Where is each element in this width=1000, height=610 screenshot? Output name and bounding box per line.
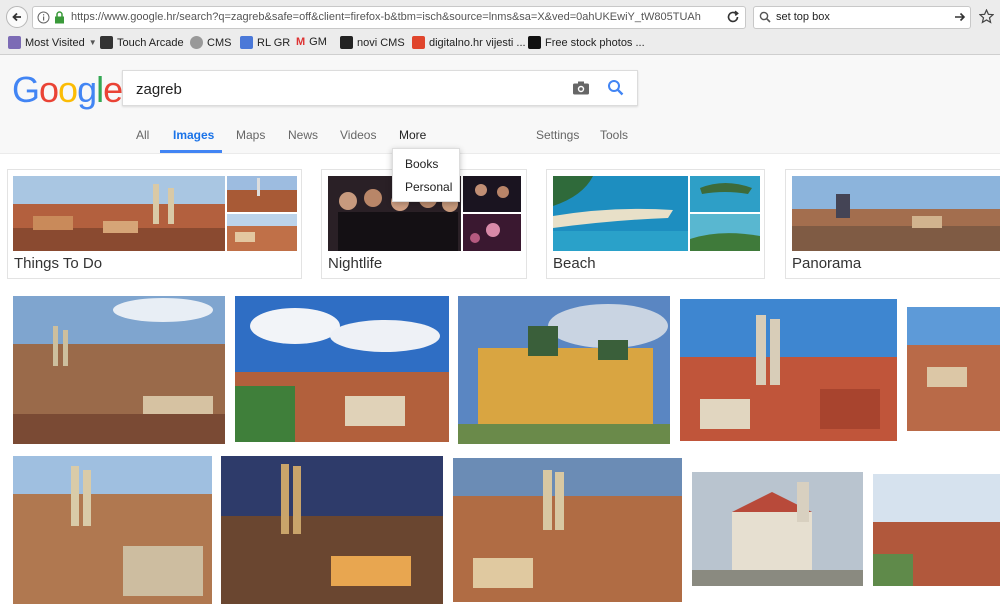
topic-image bbox=[463, 176, 521, 212]
menu-item-books[interactable]: Books bbox=[405, 157, 438, 171]
bookmark-star-icon[interactable] bbox=[978, 8, 995, 27]
tab-images[interactable]: Images bbox=[173, 128, 214, 142]
novi-cms-icon bbox=[340, 36, 353, 49]
tab-settings[interactable]: Settings bbox=[536, 128, 579, 142]
topic-card-things-to-do[interactable]: Things To Do bbox=[7, 169, 302, 279]
search-go-arrow-icon[interactable] bbox=[954, 11, 966, 26]
tab-more[interactable]: More bbox=[399, 128, 426, 142]
back-button[interactable] bbox=[6, 6, 28, 28]
image-result[interactable] bbox=[13, 456, 212, 604]
image-result[interactable] bbox=[680, 299, 897, 441]
url-bar[interactable]: https://www.google.hr/search?q=zagreb&sa… bbox=[32, 6, 746, 29]
bookmark-digitalno[interactable]: digitalno.hr vijesti ... bbox=[412, 36, 526, 49]
digitalno-icon bbox=[412, 36, 425, 49]
back-arrow-icon bbox=[12, 12, 21, 22]
bookmark-novi-cms[interactable]: novi CMS bbox=[340, 36, 405, 49]
tab-maps[interactable]: Maps bbox=[236, 128, 265, 142]
lock-icon bbox=[54, 11, 65, 27]
search-query-text: zagreb bbox=[136, 81, 182, 98]
bookmarks-toolbar: Most Visited ▼ Touch Arcade CMS RL GR M … bbox=[0, 34, 1000, 55]
topic-image bbox=[690, 214, 760, 251]
active-tab-indicator bbox=[160, 150, 222, 153]
image-result[interactable] bbox=[235, 296, 449, 442]
globe-icon bbox=[190, 36, 203, 49]
topic-image bbox=[227, 176, 297, 212]
browser-search-box[interactable]: set top box bbox=[753, 6, 971, 29]
bookmark-touch-arcade[interactable]: Touch Arcade bbox=[100, 36, 184, 49]
camera-icon bbox=[528, 36, 541, 49]
menu-item-personal[interactable]: Personal bbox=[405, 180, 452, 194]
folder-icon bbox=[8, 36, 21, 49]
bookmark-cms[interactable]: CMS bbox=[190, 36, 231, 49]
topic-image bbox=[463, 214, 521, 251]
image-result[interactable] bbox=[458, 296, 670, 444]
topic-image bbox=[13, 176, 225, 251]
gmail-icon: M bbox=[296, 36, 306, 48]
browser-search-text: set top box bbox=[776, 11, 830, 23]
bookmark-free-stock-photos[interactable]: Free stock photos ... bbox=[528, 36, 645, 49]
more-menu: Books Personal bbox=[392, 148, 460, 202]
image-result[interactable] bbox=[453, 458, 682, 602]
topic-label: Panorama bbox=[792, 255, 862, 272]
topic-card-panorama[interactable]: Panorama bbox=[785, 169, 1000, 279]
tab-tools[interactable]: Tools bbox=[600, 128, 628, 142]
topic-card-beach[interactable]: Beach bbox=[546, 169, 765, 279]
topic-image bbox=[690, 176, 760, 212]
topic-image bbox=[227, 214, 297, 251]
bookmark-gm[interactable]: M GM bbox=[296, 36, 327, 48]
topic-label: Things To Do bbox=[14, 255, 103, 272]
reload-icon[interactable] bbox=[726, 10, 740, 27]
google-logo[interactable]: Google bbox=[12, 69, 123, 111]
bookmark-rl-gr[interactable]: RL GR bbox=[240, 36, 290, 49]
topic-label: Beach bbox=[553, 255, 596, 272]
topic-image bbox=[553, 176, 688, 251]
image-result[interactable] bbox=[13, 296, 225, 444]
bookmark-most-visited[interactable]: Most Visited ▼ bbox=[8, 36, 97, 49]
search-input[interactable]: zagreb bbox=[122, 70, 638, 106]
image-result[interactable] bbox=[692, 472, 863, 586]
search-submit-icon[interactable] bbox=[607, 79, 624, 99]
image-result[interactable] bbox=[873, 474, 1000, 586]
search-icon bbox=[759, 11, 771, 26]
topic-label: Nightlife bbox=[328, 255, 383, 272]
browser-toolbar: https://www.google.hr/search?q=zagreb&sa… bbox=[0, 0, 1000, 35]
google-header: Google zagreb All Images Maps News Video… bbox=[0, 55, 1000, 154]
camera-search-icon[interactable] bbox=[572, 80, 590, 99]
image-result[interactable] bbox=[221, 456, 443, 604]
chevron-down-icon: ▼ bbox=[88, 38, 97, 47]
topic-image bbox=[792, 176, 1000, 251]
touch-arcade-icon bbox=[100, 36, 113, 49]
docs-icon bbox=[240, 36, 253, 49]
tab-all[interactable]: All bbox=[136, 128, 149, 142]
image-result[interactable] bbox=[907, 307, 1000, 431]
info-icon[interactable] bbox=[37, 11, 50, 27]
tab-videos[interactable]: Videos bbox=[340, 128, 376, 142]
tab-news[interactable]: News bbox=[288, 128, 318, 142]
url-text: https://www.google.hr/search?q=zagreb&sa… bbox=[71, 11, 701, 23]
